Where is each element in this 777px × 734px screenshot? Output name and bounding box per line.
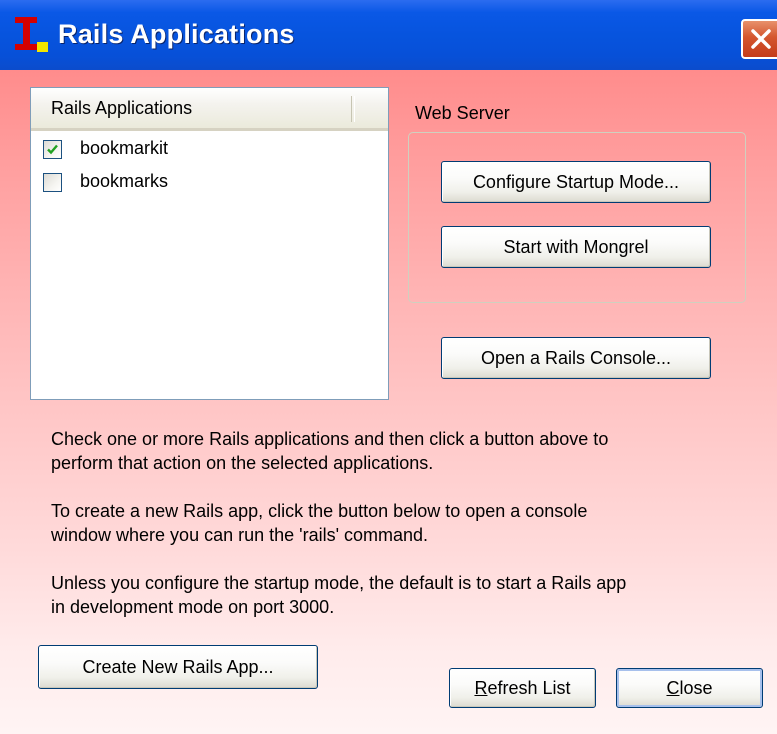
button-label-rest: efresh List [487, 678, 571, 698]
configure-startup-mode-button[interactable]: Configure Startup Mode... [441, 161, 711, 203]
web-server-group-label: Web Server [415, 103, 510, 123]
help-text-line: perform that action on the selected appl… [51, 453, 434, 473]
mnemonic-letter: C [666, 678, 680, 698]
rails-apps-listview[interactable]: Rails Applications bookmarkit bookmarks [30, 87, 389, 400]
help-text-line: To create a new Rails app, click the but… [51, 501, 588, 521]
open-rails-console-button[interactable]: Open a Rails Console... [441, 337, 711, 379]
listview-column-header[interactable]: Rails Applications [31, 88, 388, 131]
close-button[interactable]: Close [616, 668, 763, 708]
button-label: Close [666, 669, 712, 707]
dialog-body: Rails Applications bookmarkit bookmarks … [0, 70, 777, 734]
button-label: Start with Mongrel [503, 237, 649, 257]
window-title: Rails Applications [58, 19, 295, 49]
checkbox-unchecked[interactable] [43, 173, 62, 192]
button-label: Create New Rails App... [82, 657, 274, 677]
help-text-line: in development mode on port 3000. [51, 597, 335, 617]
refresh-list-button[interactable]: Refresh List [449, 668, 596, 708]
instantrails-icon [12, 14, 50, 54]
button-label: Configure Startup Mode... [472, 172, 680, 192]
button-label-rest: lose [679, 678, 713, 698]
close-x-icon [751, 29, 771, 49]
list-item[interactable]: bookmarks [43, 171, 373, 199]
rails-applications-dialog: Rails Applications Rails Applications bo… [0, 0, 777, 734]
title-bar[interactable]: Rails Applications [0, 0, 777, 70]
checkbox-checked[interactable] [43, 140, 62, 159]
help-text-line: Check one or more Rails applications and… [51, 429, 609, 449]
button-label: Open a Rails Console... [480, 348, 672, 368]
checkmark-icon [47, 144, 58, 155]
web-server-groupbox [408, 132, 746, 303]
column-header-label: Rails Applications [51, 98, 193, 118]
start-with-mongrel-button[interactable]: Start with Mongrel [441, 226, 711, 268]
help-text-line: window where you can run the 'rails' com… [51, 525, 429, 545]
create-new-rails-app-button[interactable]: Create New Rails App... [38, 645, 318, 689]
mnemonic-letter: R [474, 678, 488, 698]
list-item[interactable]: bookmarkit [43, 138, 373, 166]
app-label: bookmarkit [80, 138, 169, 158]
button-label: Refresh List [474, 669, 570, 707]
help-text-line: Unless you configure the startup mode, t… [51, 573, 627, 593]
column-divider[interactable] [351, 96, 355, 122]
app-label: bookmarks [80, 171, 169, 191]
close-window-button[interactable] [741, 19, 777, 59]
